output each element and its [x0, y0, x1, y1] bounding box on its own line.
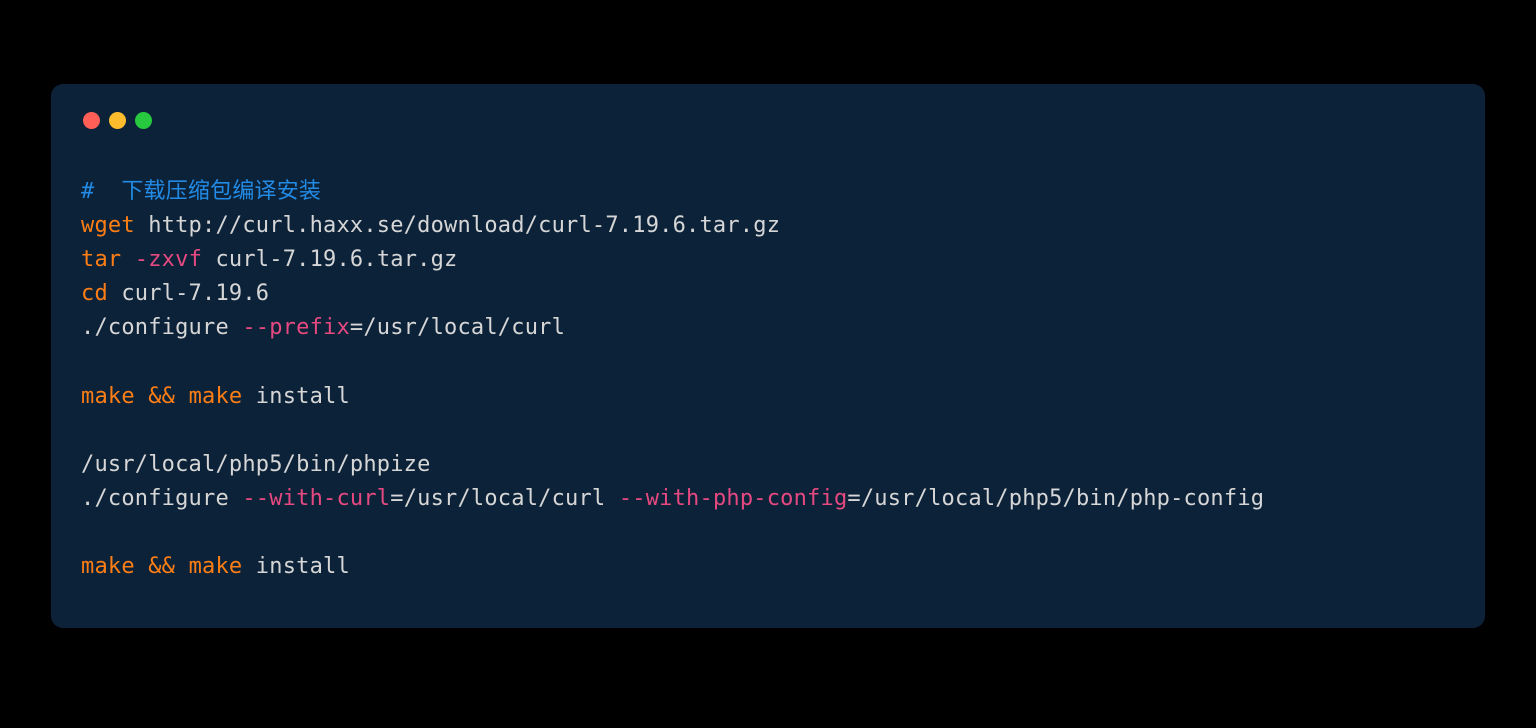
- code-token: =/usr/local/curl: [390, 486, 619, 511]
- code-token: http://curl.haxx.se/download/curl-7.19.6…: [135, 213, 780, 238]
- code-token: [121, 247, 134, 272]
- code-token: ./configure: [81, 486, 242, 511]
- code-token: wget: [81, 213, 135, 238]
- code-token: [81, 520, 94, 545]
- window-maximize-button[interactable]: [135, 112, 152, 129]
- code-token: curl-7.19.6.tar.gz: [202, 247, 457, 272]
- window-controls: [81, 112, 1455, 129]
- terminal-window: # 下载压缩包编译安装 wget http://curl.haxx.se/dow…: [51, 84, 1485, 628]
- code-token: [81, 418, 94, 443]
- code-token: &&: [148, 554, 175, 579]
- code-token: -zxvf: [135, 247, 202, 272]
- code-token: [175, 554, 188, 579]
- code-token: tar: [81, 247, 121, 272]
- code-token: make: [81, 384, 135, 409]
- code-token: =/usr/local/php5/bin/php-config: [847, 486, 1264, 511]
- code-token: --with-php-config: [619, 486, 848, 511]
- code-token: [175, 384, 188, 409]
- code-token: # 下载压缩包编译安装: [81, 179, 321, 204]
- code-token: /usr/local/php5/bin/phpize: [81, 452, 431, 477]
- code-token: &&: [148, 384, 175, 409]
- code-token: =/usr/local/curl: [350, 315, 565, 340]
- window-minimize-button[interactable]: [109, 112, 126, 129]
- code-token: make: [189, 554, 243, 579]
- code-token: ./configure: [81, 315, 242, 340]
- code-token: install: [242, 554, 350, 579]
- code-token: [135, 384, 148, 409]
- code-token: install: [242, 384, 350, 409]
- code-token: curl-7.19.6: [108, 281, 269, 306]
- code-token: --with-curl: [242, 486, 390, 511]
- code-token: cd: [81, 281, 108, 306]
- window-close-button[interactable]: [83, 112, 100, 129]
- code-token: make: [81, 554, 135, 579]
- code-token: [135, 554, 148, 579]
- code-token: --prefix: [242, 315, 350, 340]
- code-block[interactable]: # 下载压缩包编译安装 wget http://curl.haxx.se/dow…: [81, 175, 1455, 584]
- code-token: make: [189, 384, 243, 409]
- code-token: [81, 349, 94, 374]
